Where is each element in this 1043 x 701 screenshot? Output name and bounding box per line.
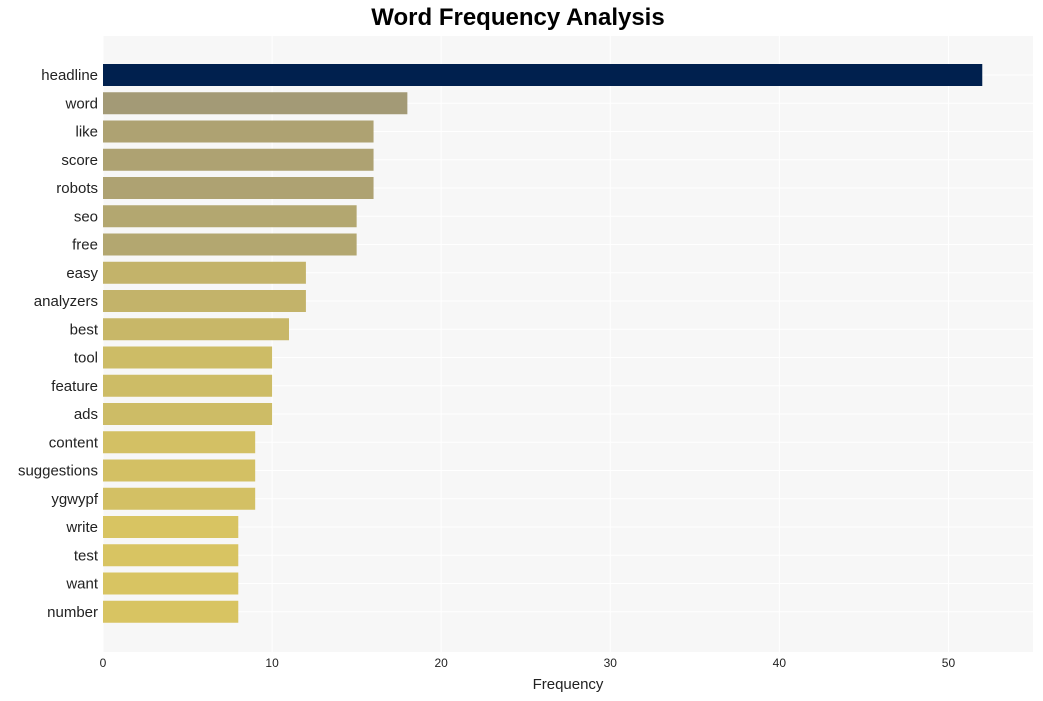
bar-word	[103, 92, 408, 115]
category-label-robots: robots	[56, 180, 98, 197]
bar-free	[103, 233, 357, 256]
bar-content	[103, 431, 256, 454]
category-label-analyzers: analyzers	[34, 293, 98, 310]
bar-analyzers	[103, 290, 306, 312]
category-labels: headline word like score robots seo free easy an…	[18, 67, 99, 621]
bar-score	[103, 148, 374, 171]
x-tick-labels: 0 10 20 30 40 50	[100, 656, 956, 670]
category-label-score: score	[61, 152, 98, 169]
bar-easy	[103, 261, 306, 284]
x-tick-label: 20	[435, 656, 449, 670]
category-label-test: test	[74, 547, 99, 564]
x-tick-label: 40	[773, 656, 787, 670]
bar-headline	[103, 64, 983, 86]
category-label-headline: headline	[41, 67, 98, 84]
bar-feature	[103, 374, 273, 397]
x-tick-label: 50	[942, 656, 956, 670]
category-label-tool: tool	[74, 350, 98, 367]
x-axis-title: Frequency	[533, 676, 604, 693]
category-label-like: like	[75, 124, 98, 141]
bar-best	[103, 318, 289, 341]
category-label-number: number	[47, 604, 98, 621]
bar-write	[103, 516, 239, 538]
bar-ygwypf	[103, 487, 256, 510]
category-label-suggestions: suggestions	[18, 463, 98, 480]
x-tick-label: 30	[604, 656, 618, 670]
bar-number	[103, 600, 239, 623]
bar-suggestions	[103, 459, 256, 482]
category-label-free: free	[72, 237, 98, 254]
bar-ads	[103, 403, 273, 425]
bar-want	[103, 572, 239, 595]
category-label-easy: easy	[66, 265, 98, 282]
category-label-seo: seo	[74, 208, 98, 225]
bar-seo	[103, 205, 357, 228]
category-label-write: write	[65, 519, 98, 536]
bar-chart: headline word like score robots seo free easy an…	[18, 36, 1033, 693]
x-tick-label: 0	[100, 656, 107, 670]
x-tick-label: 10	[265, 656, 279, 670]
category-label-ygwypf: ygwypf	[51, 491, 99, 508]
category-label-word: word	[64, 95, 98, 112]
category-label-feature: feature	[51, 378, 98, 395]
category-label-content: content	[49, 434, 99, 451]
bar-tool	[103, 346, 273, 369]
category-label-ads: ads	[74, 406, 98, 423]
category-label-want: want	[65, 576, 99, 593]
bar-test	[103, 544, 239, 567]
bar-robots	[103, 177, 374, 199]
bar-like	[103, 120, 374, 143]
category-label-best: best	[70, 321, 99, 338]
